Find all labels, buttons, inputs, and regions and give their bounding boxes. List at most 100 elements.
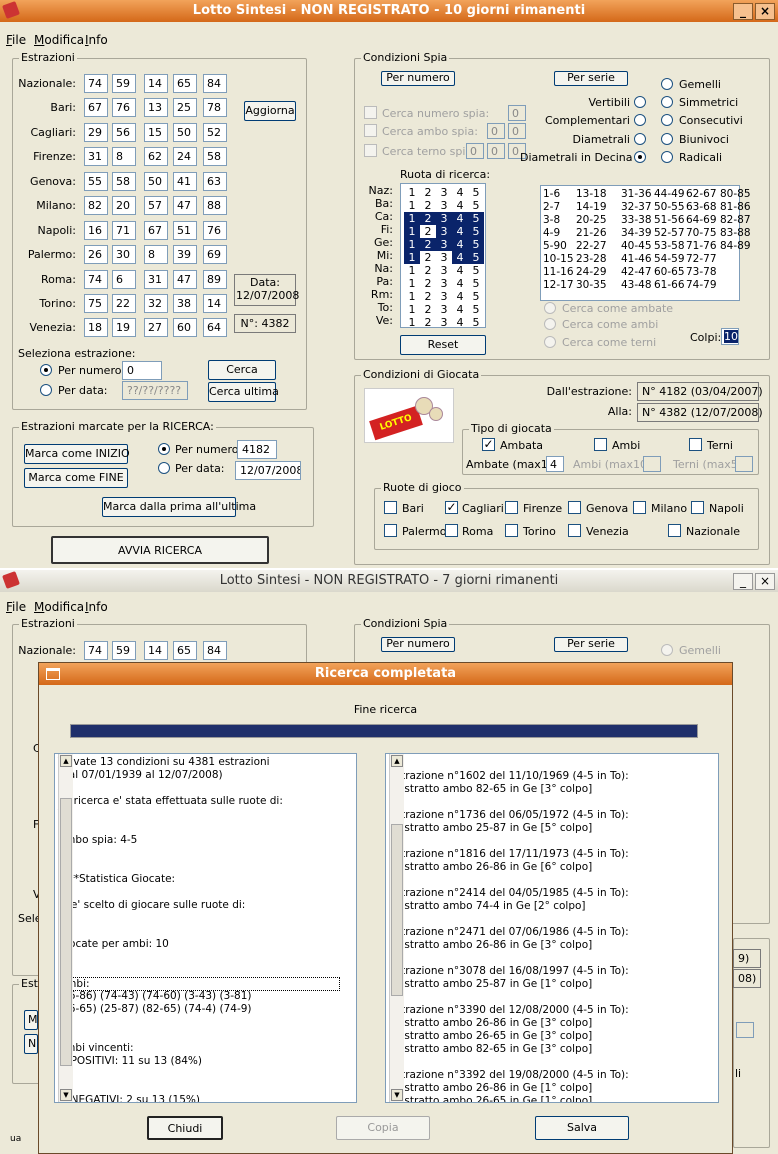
marcate-per-data-radio[interactable] — [158, 462, 170, 474]
wheel-cell[interactable]: 5 — [468, 238, 484, 251]
frag-n-button[interactable]: N — [24, 1034, 38, 1054]
estratto-number[interactable]: 51 — [173, 221, 197, 240]
estratto-number[interactable]: 89 — [203, 270, 227, 289]
estratto-number[interactable]: 14 — [203, 294, 227, 313]
ambi-max-input[interactable] — [643, 456, 661, 472]
wheel-cell[interactable]: 2 — [420, 303, 436, 316]
second-num-1[interactable]: 74 — [84, 641, 108, 660]
wheel-cell[interactable]: 3 — [436, 303, 452, 316]
wheel-cell[interactable]: 5 — [468, 199, 484, 212]
details-scroll-up-icon[interactable]: ▲ — [391, 755, 403, 767]
wheel-cell[interactable]: 2 — [420, 251, 436, 264]
cerca-terno-checkbox[interactable] — [364, 144, 377, 157]
wheel-cell[interactable]: 2 — [420, 238, 436, 251]
wheel-cell[interactable]: 1 — [404, 186, 420, 199]
wheel-row[interactable]: 12345 — [401, 225, 487, 238]
simmetrici-radio[interactable] — [661, 96, 673, 108]
wheel-cell[interactable]: 1 — [404, 225, 420, 238]
wheel-cell[interactable]: 5 — [468, 277, 484, 290]
estratto-number[interactable]: 67 — [144, 221, 168, 240]
wheel-row[interactable]: 12345 — [401, 186, 487, 199]
estratto-number[interactable]: 56 — [112, 123, 136, 142]
biunivoci-radio[interactable] — [661, 133, 673, 145]
wheel-cell[interactable]: 1 — [404, 277, 420, 290]
wheel-cell[interactable]: 4 — [452, 251, 468, 264]
estratto-number[interactable]: 6 — [112, 270, 136, 289]
wheel-cell[interactable]: 5 — [468, 290, 484, 303]
estratto-number[interactable]: 62 — [144, 147, 168, 166]
estratto-number[interactable]: 13 — [144, 98, 168, 117]
second-title-bar[interactable]: Lotto Sintesi - NON REGISTRATO - 7 giorn… — [0, 570, 778, 592]
estratto-number[interactable]: 27 — [144, 318, 168, 337]
wheel-row[interactable]: 12345 — [401, 316, 487, 329]
colpi-input[interactable]: 10 — [721, 328, 739, 345]
marca-prima-ultima-button[interactable]: Marca dalla prima all'ultima — [102, 497, 256, 517]
wheel-cell[interactable]: 4 — [452, 238, 468, 251]
wheel-cell[interactable]: 3 — [436, 251, 452, 264]
ruota-gioco-checkbox[interactable]: ✓ — [445, 501, 458, 514]
estratto-number[interactable]: 58 — [203, 147, 227, 166]
estratto-number[interactable]: 58 — [112, 172, 136, 191]
chiudi-button[interactable]: Chiudi — [147, 1116, 223, 1140]
second-gemelli-radio[interactable] — [661, 644, 673, 656]
estratto-number[interactable]: 32 — [144, 294, 168, 313]
estratto-number[interactable]: 60 — [173, 318, 197, 337]
estratto-number[interactable]: 71 — [112, 221, 136, 240]
cerca-come-terni-radio[interactable] — [544, 336, 556, 348]
wheel-cell[interactable]: 5 — [468, 212, 484, 225]
wheel-cell[interactable]: 5 — [468, 225, 484, 238]
wheel-cell[interactable]: 4 — [452, 277, 468, 290]
wheel-cell[interactable]: 4 — [452, 225, 468, 238]
wheel-cell[interactable]: 3 — [436, 316, 452, 329]
estratto-number[interactable]: 26 — [84, 245, 108, 264]
second-per-serie-button[interactable]: Per serie — [554, 637, 628, 652]
estratto-number[interactable]: 52 — [203, 123, 227, 142]
wheel-cell[interactable]: 1 — [404, 303, 420, 316]
estratto-number[interactable]: 82 — [84, 196, 108, 215]
estratto-number[interactable]: 38 — [173, 294, 197, 313]
marcate-per-numero-input[interactable]: 4182 — [237, 440, 277, 459]
wheel-row[interactable]: 12345 — [401, 251, 487, 264]
ruota-gioco-checkbox[interactable] — [568, 524, 581, 537]
wheel-cell[interactable]: 2 — [420, 212, 436, 225]
estratto-number[interactable]: 65 — [173, 74, 197, 93]
menu-info[interactable]: Info — [85, 33, 108, 47]
wheel-cell[interactable]: 2 — [420, 277, 436, 290]
second-num-5[interactable]: 84 — [203, 641, 227, 660]
details-scroll-down-icon[interactable]: ▼ — [391, 1089, 403, 1101]
wheel-cell[interactable]: 2 — [420, 316, 436, 329]
per-numero-input[interactable]: 0 — [122, 361, 162, 380]
frag-m-button[interactable]: M — [24, 1010, 38, 1030]
estratto-number[interactable]: 74 — [84, 270, 108, 289]
copia-button[interactable]: Copia — [336, 1116, 430, 1140]
wheel-cell[interactable]: 1 — [404, 251, 420, 264]
per-data-input[interactable]: ??/??/???? — [122, 381, 188, 400]
dialog-title[interactable]: Ricerca completata — [39, 663, 732, 685]
estratto-number[interactable]: 19 — [112, 318, 136, 337]
estratto-number[interactable]: 63 — [203, 172, 227, 191]
estratto-number[interactable]: 14 — [144, 74, 168, 93]
wheel-cell[interactable]: 1 — [404, 264, 420, 277]
ruota-gioco-checkbox[interactable] — [633, 501, 646, 514]
second-menu-info[interactable]: Info — [85, 600, 108, 614]
estratto-number[interactable]: 24 — [173, 147, 197, 166]
wheel-cell[interactable]: 5 — [468, 316, 484, 329]
avvia-ricerca-button[interactable]: AVVIA RICERCA — [51, 536, 269, 564]
estratto-number[interactable]: 47 — [173, 196, 197, 215]
consecutivi-radio[interactable] — [661, 114, 673, 126]
cerca-come-ambi-radio[interactable] — [544, 318, 556, 330]
reset-button[interactable]: Reset — [400, 335, 486, 355]
wheel-cell[interactable]: 3 — [436, 277, 452, 290]
wheel-row[interactable]: 12345 — [401, 303, 487, 316]
wheel-cell[interactable]: 3 — [436, 199, 452, 212]
estratto-number[interactable]: 25 — [173, 98, 197, 117]
second-menu-modifica[interactable]: Modifica — [34, 600, 84, 614]
wheel-cell[interactable]: 3 — [436, 186, 452, 199]
terni-max-input[interactable] — [735, 456, 753, 472]
estratto-number[interactable]: 22 — [112, 294, 136, 313]
ruota-gioco-checkbox[interactable] — [445, 524, 458, 537]
complementari-radio[interactable] — [634, 114, 646, 126]
estratto-number[interactable]: 50 — [144, 172, 168, 191]
details-textarea[interactable]: >Estratto ambo 26-65 in Ge [1° colpo] >Es… — [385, 753, 719, 1103]
estratto-number[interactable]: 8 — [144, 245, 168, 264]
